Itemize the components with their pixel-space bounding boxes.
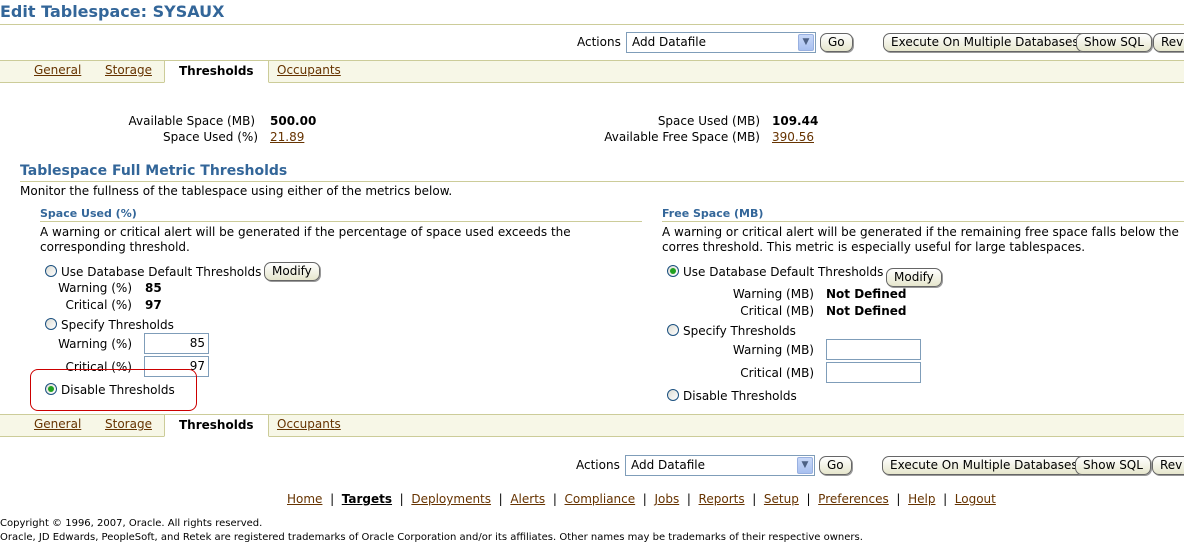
space-used-warning-label: Warning (%) <box>58 337 132 351</box>
space-used-specify-radio[interactable] <box>45 318 57 330</box>
space-used-mb-value: 109.44 <box>772 114 819 128</box>
section-title: Tablespace Full Metric Thresholds <box>20 163 288 179</box>
space-used-mb-label: Space Used (MB) <box>657 114 760 128</box>
footer-nav: Home | Targets | Deployments | Alerts | … <box>287 492 996 506</box>
free-space-default-label: Use Database Default Thresholds <box>683 265 884 279</box>
footer-link-alerts[interactable]: Alerts <box>510 492 545 506</box>
available-space-value: 500.00 <box>270 114 317 128</box>
space-used-warning-input[interactable]: 85 <box>144 333 209 354</box>
tab-bar-top: General Storage Thresholds Occupants <box>0 60 1184 83</box>
tab-occupants[interactable]: Occupants <box>277 63 341 77</box>
space-used-specify-label: Specify Thresholds <box>61 318 174 332</box>
space-used-disable-label: Disable Thresholds <box>61 383 175 397</box>
tab-storage[interactable]: Storage <box>105 63 152 77</box>
footer-link-deployments[interactable]: Deployments <box>411 492 491 506</box>
free-space-critical-input[interactable] <box>826 362 921 383</box>
space-used-default-critical-value: 97 <box>145 298 162 312</box>
space-used-pct-link[interactable]: 21.89 <box>270 130 304 144</box>
footer-link-preferences[interactable]: Preferences <box>818 492 889 506</box>
title-divider <box>0 24 1184 25</box>
go-button-bottom[interactable]: Go <box>819 456 852 475</box>
free-space-warning-label: Warning (MB) <box>732 343 814 357</box>
footer-link-compliance[interactable]: Compliance <box>565 492 636 506</box>
footer-separator: | <box>748 492 761 506</box>
available-free-label: Available Free Space (MB) <box>604 130 760 144</box>
tab-occupants[interactable]: Occupants <box>277 417 341 431</box>
footer-separator: | <box>395 492 408 506</box>
free-space-critical-label: Critical (MB) <box>740 366 814 380</box>
space-used-default-critical-label: Critical (%) <box>65 298 132 312</box>
footer-separator: | <box>326 492 338 506</box>
space-used-description: A warning or critical alert will be gene… <box>40 225 571 254</box>
space-used-default-label: Use Database Default Thresholds <box>61 265 262 279</box>
tab-bar-bottom: General Storage Thresholds Occupants <box>0 414 1184 437</box>
page-title: Edit Tablespace: SYSAUX <box>0 2 225 21</box>
footer-separator: | <box>683 492 695 506</box>
footer-link-help[interactable]: Help <box>908 492 935 506</box>
tab-thresholds[interactable]: Thresholds <box>164 60 269 83</box>
trademark-text: Oracle, JD Edwards, PeopleSoft, and Rete… <box>0 532 863 543</box>
footer-separator: | <box>549 492 561 506</box>
execute-multiple-button-bottom[interactable]: Execute On Multiple Databases <box>882 456 1086 475</box>
footer-separator: | <box>638 492 651 506</box>
footer-separator: | <box>802 492 815 506</box>
space-used-default-warning-label: Warning (%) <box>58 281 132 295</box>
free-space-default-warning-label: Warning (MB) <box>732 287 814 301</box>
actions-select-bottom[interactable]: Add Datafile ▼ <box>625 455 815 476</box>
free-space-specify-radio[interactable] <box>667 324 679 336</box>
space-used-modify-button[interactable]: Modify <box>264 262 320 281</box>
show-sql-button-bottom[interactable]: Show SQL <box>1075 456 1151 475</box>
free-space-default-critical-label: Critical (MB) <box>740 304 814 318</box>
actions-select-value: Add Datafile <box>632 35 706 49</box>
available-space-label: Available Space (MB) <box>128 114 255 128</box>
space-used-disable-radio[interactable] <box>45 383 57 395</box>
free-space-divider <box>662 221 1184 222</box>
free-space-disable-label: Disable Thresholds <box>683 389 797 403</box>
free-space-specify-label: Specify Thresholds <box>683 324 796 338</box>
available-free-link[interactable]: 390.56 <box>772 130 814 144</box>
free-space-disable-radio[interactable] <box>667 389 679 401</box>
footer-link-setup[interactable]: Setup <box>764 492 799 506</box>
footer-separator: | <box>939 492 951 506</box>
copyright-text: Copyright © 1996, 2007, Oracle. All righ… <box>0 518 263 529</box>
free-space-default-critical-value: Not Defined <box>826 304 907 318</box>
free-space-default-warning-value: Not Defined <box>826 287 907 301</box>
footer-separator: | <box>494 492 507 506</box>
revert-button[interactable]: Rev <box>1153 33 1184 52</box>
section-divider <box>20 181 1184 182</box>
chevron-down-icon[interactable]: ▼ <box>797 457 813 474</box>
tab-storage[interactable]: Storage <box>105 417 152 431</box>
tab-thresholds[interactable]: Thresholds <box>164 414 269 437</box>
revert-button-bottom[interactable]: Rev <box>1152 456 1184 475</box>
space-used-default-radio[interactable] <box>45 265 57 277</box>
space-used-pct-label: Space Used (%) <box>163 130 258 144</box>
free-space-heading: Free Space (MB) <box>662 207 764 220</box>
tab-general[interactable]: General <box>34 63 81 77</box>
show-sql-button[interactable]: Show SQL <box>1076 33 1152 52</box>
actions-select-value: Add Datafile <box>631 458 705 472</box>
actions-label: Actions <box>577 35 621 49</box>
footer-separator: | <box>892 492 905 506</box>
section-description: Monitor the fullness of the tablespace u… <box>20 184 453 198</box>
footer-link-home[interactable]: Home <box>287 492 322 506</box>
space-used-default-warning-value: 85 <box>145 281 162 295</box>
footer-link-logout[interactable]: Logout <box>955 492 996 506</box>
free-space-default-radio[interactable] <box>667 265 679 277</box>
free-space-modify-button[interactable]: Modify <box>886 268 942 287</box>
space-used-divider <box>40 221 642 222</box>
free-space-warning-input[interactable] <box>826 339 921 360</box>
actions-label-bottom: Actions <box>576 458 620 472</box>
footer-link-reports[interactable]: Reports <box>699 492 745 506</box>
footer-link-jobs[interactable]: Jobs <box>654 492 679 506</box>
free-space-description: A warning or critical alert will be gene… <box>662 225 1179 254</box>
footer-link-targets[interactable]: Targets <box>342 492 392 506</box>
space-used-heading: Space Used (%) <box>40 207 137 220</box>
actions-select[interactable]: Add Datafile ▼ <box>626 32 816 53</box>
execute-multiple-button[interactable]: Execute On Multiple Databases <box>883 33 1087 52</box>
tab-general[interactable]: General <box>34 417 81 431</box>
go-button[interactable]: Go <box>820 33 853 52</box>
chevron-down-icon[interactable]: ▼ <box>798 34 814 51</box>
